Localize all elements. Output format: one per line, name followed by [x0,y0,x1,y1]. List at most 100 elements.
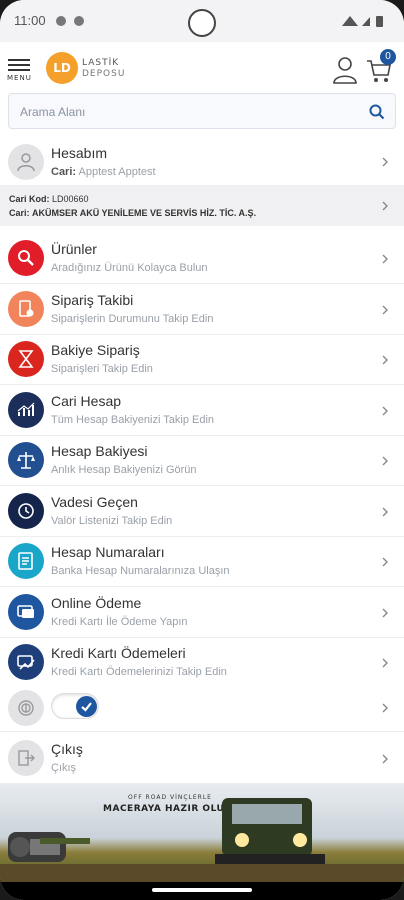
menu-bar [8,69,30,71]
cari-info-box[interactable]: Cari Kod: LD00660 Cari: AKÜMSER AKÜ YENİ… [0,186,404,226]
chevron-right-icon [382,608,388,618]
fingerprint-icon-circle [8,690,44,726]
cari-code-value: LD00660 [52,194,89,204]
fingerprint-icon [18,700,34,716]
fingerprint-toggle[interactable] [51,693,99,719]
chevron-right-icon [382,254,388,264]
menu-item-icon-circle [8,442,44,478]
menu-item-title: Hesap Bakiyesi [51,443,148,459]
menu-item-subtitle: Kredi Kartı Ödemelerinizi Takip Edin [51,666,227,678]
chevron-right-icon [382,157,388,167]
logo-line1: LASTİK [82,58,120,68]
logout-title: Çıkış [51,741,83,757]
cari-code: Cari Kod: LD00660 [9,194,89,204]
menu-item-subtitle: Aradığınız Ürünü Kolayca Bulun [51,262,208,274]
app-screen: 11:00 MENU LD LASTİK DEPOSU 0 Arama Alan… [0,0,404,900]
menu-item-title: Vadesi Geçen [51,494,138,510]
account-row[interactable]: Hesabım Cari: Apptest Apptest Cari Kod: … [0,138,404,226]
fingerprint-row [0,684,404,732]
menu-item[interactable]: Hesap Numaraları Banka Hesap Numaralarını… [0,537,404,587]
menu-item-title: Hesap Numaraları [51,544,165,560]
menu-item-icon-circle [8,594,44,630]
chevron-right-icon [382,754,388,764]
status-time: 11:00 [14,13,46,28]
promo-banner[interactable]: OFF ROAD VİNÇLERLE MACERAYA HAZIR OLUN! [0,784,404,882]
system-nav-bar [0,882,404,900]
chevron-right-icon [382,406,388,416]
menu-button[interactable] [6,56,32,88]
clock-icon [18,503,34,519]
menu-item[interactable]: Vadesi Geçen Valör Listenizi Takip Edin [0,487,404,537]
logout-icon-circle [8,740,44,776]
card-icon [17,605,34,618]
menu-item-title: Cari Hesap [51,393,122,409]
menu-label: MENU [7,74,32,82]
cari-name-label: Cari: [9,208,30,218]
settings-icon [74,16,84,26]
chevron-right-icon [382,201,388,211]
logo-mark: LD [46,52,78,84]
menu-item[interactable]: Sipariş Takibi Siparişlerin Durumunu Taki… [0,285,404,335]
menu-item-subtitle: Siparişleri Takip Edin [51,363,153,375]
menu-item-subtitle: Banka Hesap Numaralarınıza Ulaşın [51,565,230,577]
ledger-icon [18,552,33,570]
brand-logo[interactable]: LD LASTİK DEPOSU [46,52,146,86]
menu-bar [8,59,30,61]
account-icon-circle [8,144,44,180]
menu-item-icon-circle [8,341,44,377]
menu-item-subtitle: Valör Listenizi Takip Edin [51,515,173,527]
menu-item-title: Ürünler [51,241,97,257]
menu-item-icon-circle [8,644,44,680]
check-icon [81,702,92,712]
menu-item-subtitle: Anlık Hesap Bakiyenizi Görün [51,464,197,476]
user-icon [17,153,35,172]
menu-item-title: Bakiye Sipariş [51,342,140,358]
account-subtitle: Cari: Apptest Apptest [51,166,156,178]
search-icon [18,250,34,266]
hourglass-icon [18,350,34,368]
logout-icon [18,750,35,766]
search-icon[interactable] [369,104,385,120]
cari-name-value: AKÜMSER AKÜ YENİLEME VE SERVİS HİZ. TİC.… [32,208,257,218]
banner-artwork [0,798,404,882]
menu-item-title: Online Ödeme [51,595,142,611]
menu-item-icon-circle [8,543,44,579]
chevron-right-icon [382,507,388,517]
menu-item[interactable]: Kredi Kartı Ödemeleri Kredi Kartı Ödemele… [0,638,404,688]
card-chart-icon [17,655,35,670]
chevron-right-icon [382,658,388,668]
home-indicator[interactable] [152,888,252,892]
logout-row[interactable]: Çıkış Çıkış [0,734,404,784]
cari-code-label: Cari Kod: [9,194,50,204]
account-title: Hesabım [51,145,108,161]
camera-cutout [188,9,216,37]
menu-item[interactable]: Cari Hesap Tüm Hesap Bakiyenizi Takip Edi… [0,386,404,436]
logo-line2: DEPOSU [82,69,126,79]
menu-item[interactable]: Hesap Bakiyesi Anlık Hesap Bakiyenizi Gör… [0,436,404,486]
chevron-right-icon [382,557,388,567]
document-icon [19,300,34,317]
menu-item-subtitle: Kredi Kartı İle Ödeme Yapın [51,616,188,628]
menu-item[interactable]: Ürünler Aradığınız Ürünü Kolayca Bulun [0,234,404,284]
menu-item-icon-circle [8,291,44,327]
chevron-right-icon [382,355,388,365]
menu-item[interactable]: Bakiye Sipariş Siparişleri Takip Edin [0,335,404,385]
search-bar: Arama Alanı [0,90,404,132]
toggle-knob [76,696,97,717]
cari-name: Cari: AKÜMSER AKÜ YENİLEME VE SERVİS HİZ… [9,208,256,218]
chevron-right-icon [382,456,388,466]
menu-item-subtitle: Siparişlerin Durumunu Takip Edin [51,313,214,325]
notification-icon [56,16,66,26]
chevron-right-icon [382,703,388,713]
app-header: MENU LD LASTİK DEPOSU [0,42,404,94]
signal-battery-icon [342,16,383,27]
search-input[interactable]: Arama Alanı [8,93,396,129]
menu-bar [8,64,30,66]
menu-item[interactable]: Online Ödeme Kredi Kartı İle Ödeme Yapın [0,588,404,638]
logout-subtitle: Çıkış [51,762,77,774]
menu-item-icon-circle [8,240,44,276]
account-sub-value: Apptest Apptest [78,166,156,178]
user-icon[interactable] [332,56,358,84]
menu-item-title: Kredi Kartı Ödemeleri [51,645,186,661]
status-bar: 11:00 [0,0,404,42]
